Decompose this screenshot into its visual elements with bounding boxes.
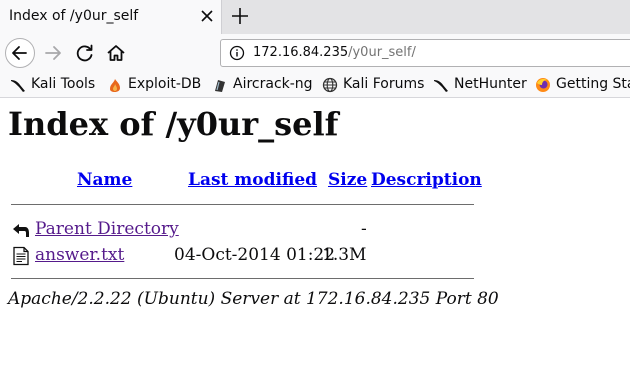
bookmark-label: Kali Forums	[343, 76, 425, 92]
url-host: 172.16.84.235	[253, 45, 349, 60]
table-divider-bottom	[11, 278, 474, 279]
parent-directory-link[interactable]: Parent Directory	[35, 219, 179, 239]
sort-by-last-modified-link[interactable]: Last modified	[188, 170, 317, 190]
reload-icon	[76, 44, 93, 62]
bookmark-label: Aircrack-ng	[233, 76, 313, 92]
reload-button[interactable]	[70, 38, 100, 68]
forward-arrow-icon	[45, 46, 61, 60]
exploit-db-icon	[110, 79, 120, 92]
bookmark-label: Exploit-DB	[128, 76, 202, 92]
file-link-answer-txt[interactable]: answer.txt	[35, 245, 124, 265]
bookmark-label: Getting Sta	[556, 76, 630, 92]
new-tab-icon[interactable]	[229, 5, 251, 27]
sort-by-name-link[interactable]: Name	[77, 170, 132, 190]
globe-icon	[322, 77, 338, 93]
info-icon[interactable]	[229, 45, 245, 61]
bookmark-label: NetHunter	[454, 76, 527, 92]
page-content: Index of /y0ur_self Name Last modified S…	[0, 98, 630, 375]
kali-dragon-icon	[434, 80, 448, 92]
nav-bar: 172.16.84.235/y0ur_self/	[0, 34, 630, 72]
forward-button[interactable]	[38, 38, 68, 68]
bookmark-label: Kali Tools	[31, 76, 96, 92]
url-text[interactable]: 172.16.84.235/y0ur_self/	[253, 45, 416, 60]
row-size: -	[361, 219, 367, 239]
firefox-icon	[536, 78, 550, 92]
sort-by-size-link[interactable]: Size	[328, 170, 367, 190]
kali-dragon-icon	[11, 80, 25, 92]
close-icon[interactable]	[198, 7, 216, 25]
row-modified: 04-Oct-2014 01:22	[174, 245, 336, 265]
back-arrow-icon	[12, 46, 27, 60]
tab-title: Index of /y0ur_self	[9, 8, 139, 24]
home-icon	[107, 45, 125, 61]
back-button[interactable]	[5, 38, 35, 68]
url-path: /y0ur_self/	[348, 45, 416, 60]
aircrack-icon	[215, 80, 225, 92]
table-divider-top	[11, 204, 474, 205]
tab-bar: Index of /y0ur_self	[0, 0, 630, 34]
server-signature: Apache/2.2.22 (Ubuntu) Server at 172.16.…	[8, 289, 499, 309]
home-button[interactable]	[101, 38, 131, 68]
url-bar[interactable]: 172.16.84.235/y0ur_self/	[220, 39, 630, 67]
sort-by-description-link[interactable]: Description	[371, 170, 482, 190]
row-size: 1.3M	[322, 245, 367, 265]
tab-active[interactable]: Index of /y0ur_self	[0, 0, 222, 34]
page-title: Index of /y0ur_self	[8, 105, 339, 143]
text-file-icon	[13, 246, 29, 266]
back-arrow-icon	[13, 224, 29, 237]
bookmarks-toolbar: Kali Tools Exploit-DB Aircrack-ng Kali F…	[0, 72, 630, 98]
